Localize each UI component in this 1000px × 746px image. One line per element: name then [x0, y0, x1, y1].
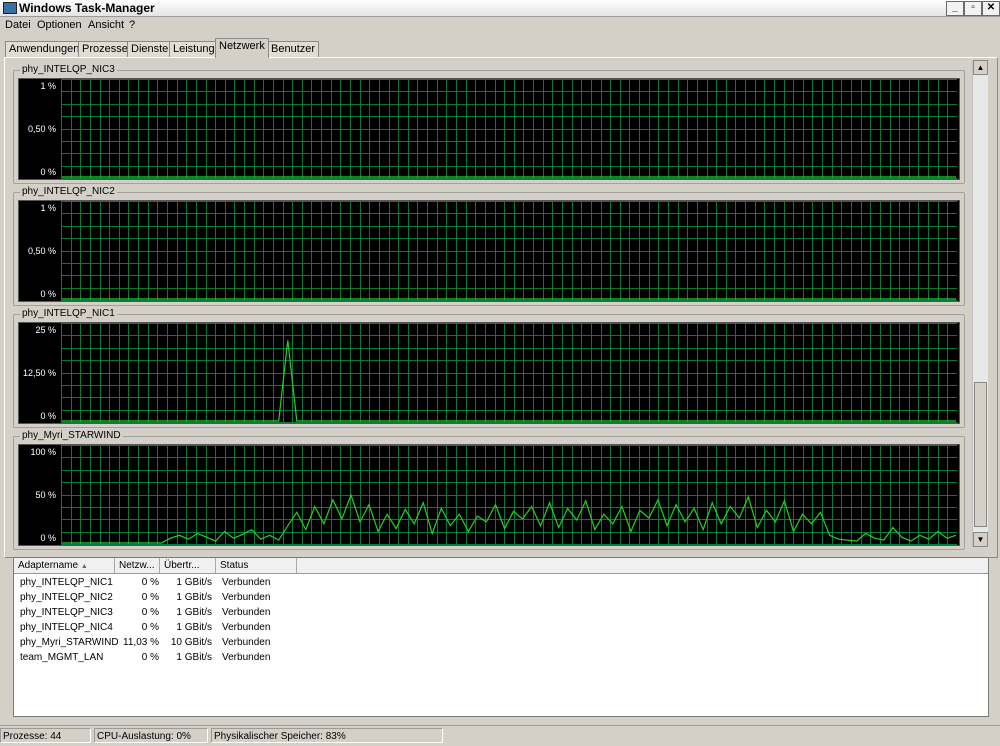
tick-mid: 50 % [35, 490, 56, 500]
col-adaptername[interactable]: Adaptername ▲ [14, 558, 115, 573]
link-speed: 10 GBit/s [170, 637, 212, 648]
graph-starwind: 100 % 50 % 0 % [18, 444, 960, 546]
adapter-name: phy_INTELQP_NIC1 [20, 577, 113, 588]
tab-anwendungen[interactable]: Anwendungen [5, 41, 84, 57]
link-status: Verbunden [222, 652, 271, 663]
graph-group-nic1: phy_INTELQP_NIC1 25 % 12,50 % 0 % [13, 308, 965, 428]
graph-nic1: 25 % 12,50 % 0 % [18, 322, 960, 424]
plot-starwind [61, 445, 957, 545]
graph-title: phy_INTELQP_NIC3 [20, 64, 117, 75]
menu-bar: Datei Optionen Ansicht ? [0, 17, 1000, 34]
graph-group-nic3: phy_INTELQP_NIC3 1 % 0,50 % 0 % [13, 64, 965, 184]
list-item[interactable]: phy_INTELQP_NIC1 0 % 1 GBit/s Verbunden [14, 575, 988, 590]
tick-max: 25 % [35, 325, 56, 335]
menu-help[interactable]: ? [129, 19, 135, 31]
menu-optionen[interactable]: Optionen [37, 19, 82, 31]
plot-nic1 [61, 323, 957, 423]
menu-datei[interactable]: Datei [5, 19, 31, 31]
graph-group-nic2: phy_INTELQP_NIC2 1 % 0,50 % 0 % [13, 186, 965, 306]
list-header: Adaptername ▲ Netzw... Übertr... Status [14, 558, 988, 574]
graph-nic2: 1 % 0,50 % 0 % [18, 200, 960, 302]
status-bar: Prozesse: 44 CPU-Auslastung: 0% Physikal… [0, 725, 1000, 746]
status-memory: Physikalischer Speicher: 83% [211, 728, 443, 743]
list-item[interactable]: phy_INTELQP_NIC3 0 % 1 GBit/s Verbunden [14, 605, 988, 620]
network-util: 0 % [141, 622, 159, 633]
graph-title: phy_Myri_STARWIND [20, 430, 123, 441]
link-status: Verbunden [222, 637, 271, 648]
close-button[interactable]: ✕ [982, 1, 1000, 16]
list-item[interactable]: phy_Myri_STARWIND 11,03 % 10 GBit/s Verbund… [14, 635, 988, 650]
graph-nic3: 1 % 0,50 % 0 % [18, 78, 960, 180]
plot-nic3 [61, 79, 957, 179]
tab-strip: Anwendungen Prozesse Dienste Leistung Ne… [0, 38, 1000, 58]
status-processes: Prozesse: 44 [0, 728, 91, 743]
tick-min: 0 % [40, 533, 56, 543]
tick-mid: 0,50 % [27, 246, 56, 256]
tab-leistung[interactable]: Leistung [169, 41, 219, 57]
menu-ansicht[interactable]: Ansicht [88, 19, 124, 31]
tab-dienste[interactable]: Dienste [127, 41, 173, 57]
tick-min: 0 % [40, 167, 56, 177]
restore-button[interactable]: ▫ [964, 1, 982, 16]
tick-max: 100 % [30, 447, 56, 457]
tick-mid: 0,50 % [27, 124, 56, 134]
plot-nic2 [61, 201, 957, 301]
link-status: Verbunden [222, 592, 271, 603]
graph-title: phy_INTELQP_NIC2 [20, 186, 117, 197]
graph-title: phy_INTELQP_NIC1 [20, 308, 117, 319]
scroll-down-icon[interactable]: ▼ [973, 532, 988, 547]
list-item[interactable]: team_MGMT_LAN 0 % 1 GBit/s Verbunden [14, 650, 988, 665]
network-util: 0 % [141, 577, 159, 588]
title-bar: Windows Task-Manager _ ▫ ✕ [0, 0, 1000, 17]
link-status: Verbunden [222, 577, 271, 588]
link-speed: 1 GBit/s [176, 592, 212, 603]
sort-asc-icon: ▲ [80, 563, 88, 570]
link-speed: 1 GBit/s [176, 622, 212, 633]
link-speed: 1 GBit/s [176, 577, 212, 588]
scroll-thumb[interactable] [974, 382, 987, 527]
network-util: 0 % [141, 652, 159, 663]
col-uebertragung[interactable]: Übertr... [160, 558, 216, 573]
tick-max: 1 % [40, 203, 56, 213]
adapter-list[interactable]: Adaptername ▲ Netzw... Übertr... Status … [13, 557, 989, 717]
tab-benutzer[interactable]: Benutzer [267, 41, 320, 57]
link-status: Verbunden [222, 607, 271, 618]
adapter-name: phy_INTELQP_NIC2 [20, 592, 113, 603]
minimize-button[interactable]: _ [946, 1, 964, 16]
network-util: 0 % [141, 592, 159, 603]
link-speed: 1 GBit/s [176, 652, 212, 663]
link-speed: 1 GBit/s [176, 607, 212, 618]
graph-group-starwind: phy_Myri_STARWIND 100 % 50 % 0 % [13, 430, 965, 550]
status-cpu: CPU-Auslastung: 0% [94, 728, 208, 743]
tick-min: 0 % [40, 411, 56, 421]
adapter-name: team_MGMT_LAN [20, 652, 104, 663]
scroll-up-icon[interactable]: ▲ [973, 60, 988, 75]
col-netzwerk[interactable]: Netzw... [115, 558, 160, 573]
tick-max: 1 % [40, 81, 56, 91]
window-title: Windows Task-Manager [19, 1, 155, 15]
col-status[interactable]: Status [216, 558, 297, 573]
task-manager-icon [3, 2, 17, 14]
adapter-name: phy_INTELQP_NIC4 [20, 622, 113, 633]
network-util: 11,03 % [123, 637, 159, 648]
tab-netzwerk[interactable]: Netzwerk [215, 38, 269, 58]
network-util: 0 % [141, 607, 159, 618]
tick-min: 0 % [40, 289, 56, 299]
adapter-name: phy_Myri_STARWIND [20, 637, 119, 648]
link-status: Verbunden [222, 622, 271, 633]
tick-mid: 12,50 % [22, 368, 56, 378]
adapter-name: phy_INTELQP_NIC3 [20, 607, 113, 618]
graphs-scrollbar[interactable]: ▲ ▼ [972, 60, 988, 547]
tab-prozesse[interactable]: Prozesse [78, 41, 132, 57]
list-item[interactable]: phy_INTELQP_NIC2 0 % 1 GBit/s Verbunden [14, 590, 988, 605]
list-item[interactable]: phy_INTELQP_NIC4 0 % 1 GBit/s Verbunden [14, 620, 988, 635]
